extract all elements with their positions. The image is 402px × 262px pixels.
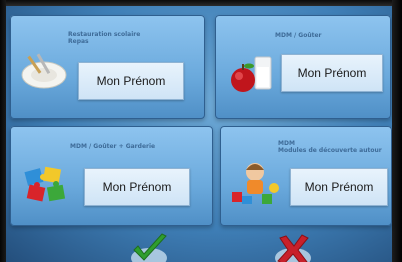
confirm-button[interactable] — [128, 232, 170, 262]
tile-caption-line2: Modules de découverte autour — [278, 147, 382, 154]
tile-caption-line1: MDM / Goûter + Garderie — [70, 143, 156, 150]
tile-caption-line2: Repas — [68, 38, 89, 45]
tile-restauration[interactable]: Restauration scolaire Repas Mon Prénom — [10, 15, 205, 119]
cancel-button[interactable] — [272, 232, 314, 262]
tile-mdm-modules[interactable]: MDM Modules de découverte autour Mon Pré… — [220, 126, 392, 226]
tile-caption-line1: MDM — [278, 140, 295, 147]
tile-caption-line1: MDM / Goûter — [275, 32, 322, 39]
tile-caption-line1: Restauration scolaire — [68, 31, 141, 38]
kiosk-screen: Restauration scolaire Repas Mon Prénom M… — [0, 0, 402, 262]
puzzle-icon — [24, 166, 66, 202]
tile-caption: MDM / Goûter + Garderie — [70, 143, 155, 150]
first-name-button[interactable]: Mon Prénom — [78, 62, 184, 100]
tile-mdm-gouter[interactable]: MDM / Goûter Mon Prénom — [215, 15, 391, 119]
plate-cutlery-icon — [21, 53, 67, 89]
first-name-button[interactable]: Mon Prénom — [290, 168, 388, 206]
first-name-button[interactable]: Mon Prénom — [84, 168, 190, 206]
tile-mdm-gouter-garderie[interactable]: MDM / Goûter + Garderie Mon Prénom — [10, 126, 213, 226]
cross-icon — [275, 234, 311, 262]
tile-caption: Restauration scolaire Repas — [68, 31, 140, 45]
tile-caption: MDM Modules de découverte autour — [278, 140, 382, 154]
first-name-button[interactable]: Mon Prénom — [281, 54, 383, 92]
checkmark-icon — [131, 233, 167, 262]
screen-bezel-left — [0, 0, 6, 262]
screen-bezel-right — [392, 0, 402, 262]
tile-caption: MDM / Goûter — [275, 32, 322, 39]
apple-glass-icon — [231, 56, 272, 92]
screen-bezel-top — [0, 0, 402, 6]
toys-icon — [232, 163, 279, 204]
